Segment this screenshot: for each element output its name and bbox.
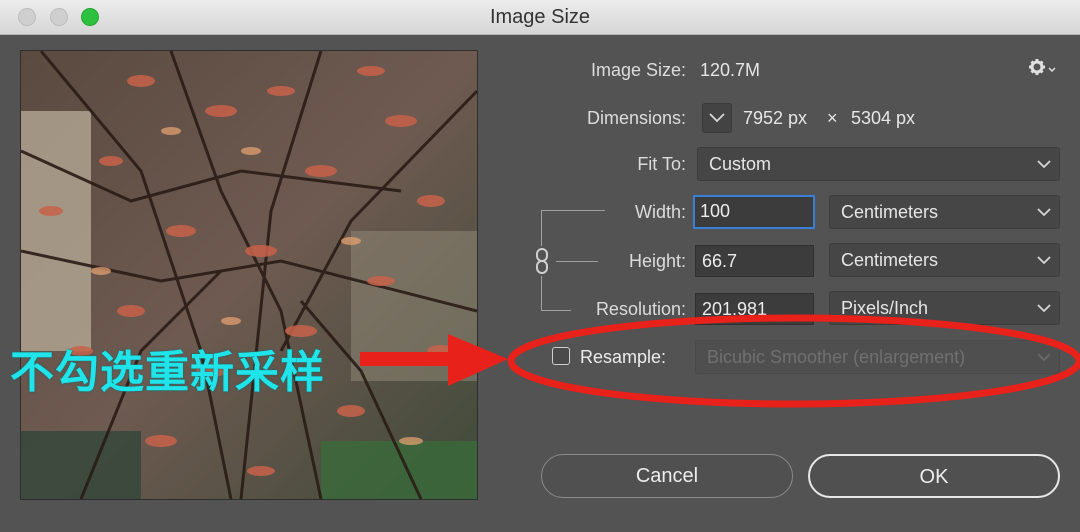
image-size-dialog: Image Size Image Size: 120.7M Dimensions… xyxy=(0,0,1080,532)
annotation-overlay xyxy=(360,314,1080,408)
annotation-circle xyxy=(507,314,1080,408)
annotation-arrow-shaft xyxy=(360,352,450,366)
annotation-arrow-head xyxy=(448,334,508,386)
annotation-text: 不勾选重新采样 xyxy=(10,347,325,398)
